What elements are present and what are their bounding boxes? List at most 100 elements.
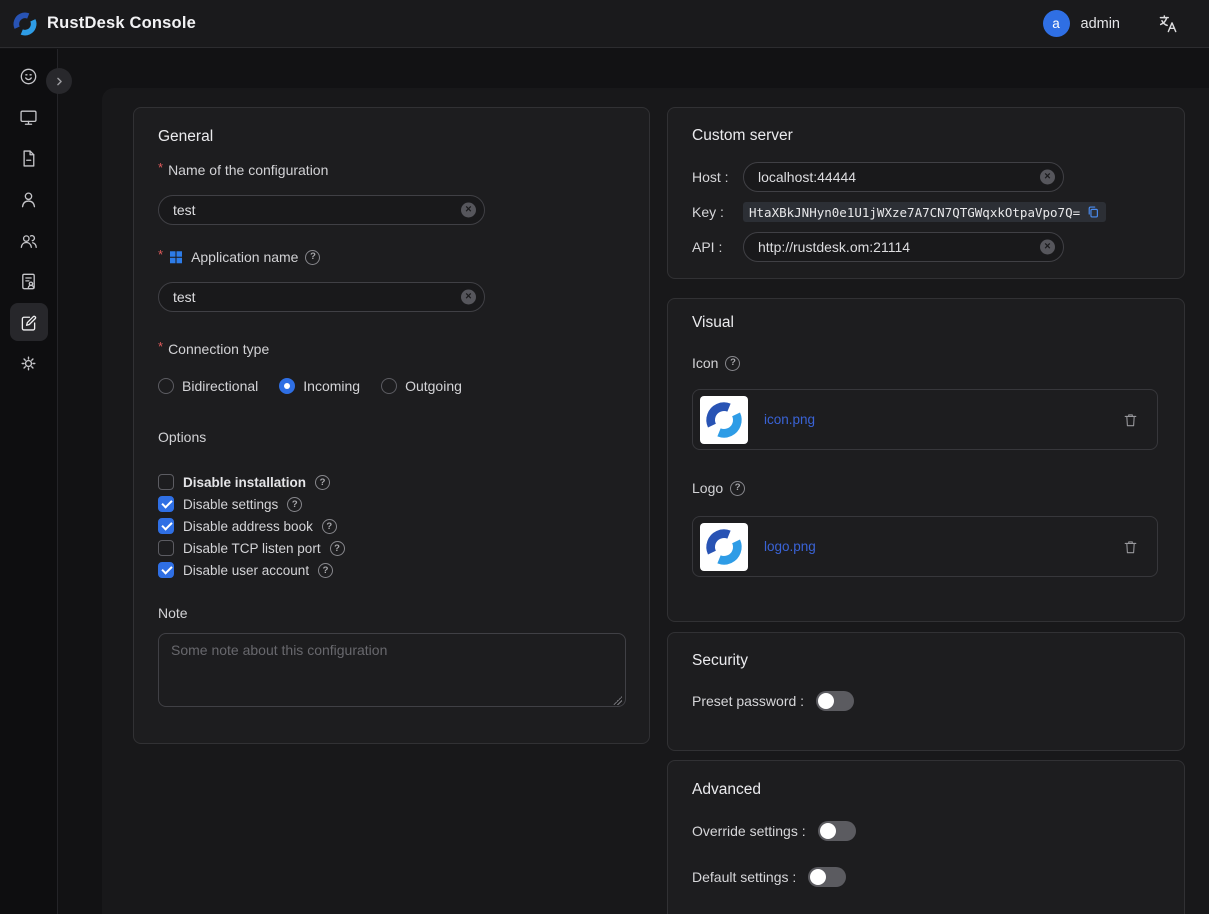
option-disable-installation: Disable installation — [158, 471, 625, 493]
key-value: HtaXBkJNHyn0e1U1jWXze7A7CN7QTGWqxkOtpaVp… — [743, 202, 1106, 222]
resize-handle[interactable] — [613, 696, 622, 705]
default-settings-row: Default settings : — [692, 867, 1160, 887]
default-settings-toggle[interactable] — [808, 867, 846, 887]
gear-icon — [18, 353, 39, 374]
help-icon[interactable] — [305, 250, 320, 265]
options-label: Options — [158, 429, 625, 445]
user-avatar[interactable]: a — [1043, 10, 1070, 37]
application-name-field — [158, 282, 485, 312]
required-asterisk: * — [158, 339, 163, 355]
note-label: Note — [158, 605, 625, 621]
radio-outgoing[interactable]: Outgoing — [381, 378, 462, 394]
clear-icon[interactable] — [461, 290, 476, 305]
trash-icon[interactable] — [1122, 538, 1139, 556]
edit-icon — [18, 312, 39, 333]
visual-title: Visual — [692, 315, 1160, 331]
checkbox[interactable] — [158, 518, 174, 534]
logo-label: Logo — [692, 480, 1160, 496]
note-field — [158, 633, 626, 712]
user-name[interactable]: admin — [1081, 16, 1121, 32]
api-label: API : — [692, 239, 743, 255]
host-row: Host : — [692, 162, 1160, 192]
custom-server-card: Custom server Host : Key : HtaXBkJNHyn0e… — [667, 107, 1185, 279]
radio-bidirectional[interactable]: Bidirectional — [158, 378, 258, 394]
preset-password-row: Preset password : — [692, 691, 1160, 711]
clear-icon[interactable] — [461, 203, 476, 218]
help-icon[interactable] — [287, 497, 302, 512]
config-name-input[interactable] — [158, 195, 485, 225]
note-textarea[interactable] — [158, 633, 626, 707]
sidebar-item-groups[interactable] — [10, 221, 48, 259]
rustdesk-logo-icon — [12, 11, 38, 37]
radio-icon[interactable] — [158, 378, 174, 394]
override-settings-toggle[interactable] — [818, 821, 856, 841]
sidebar-item-users[interactable] — [10, 180, 48, 218]
help-icon[interactable] — [318, 563, 333, 578]
help-icon[interactable] — [330, 541, 345, 556]
icon-file-link[interactable]: icon.png — [764, 412, 815, 427]
connection-type-label: * Connection type — [158, 341, 625, 357]
sidebar — [0, 49, 58, 914]
required-asterisk: * — [158, 160, 163, 176]
config-name-field — [158, 195, 485, 225]
api-input[interactable] — [743, 232, 1064, 262]
host-label: Host : — [692, 169, 743, 185]
icon-label: Icon — [692, 355, 1160, 371]
checkbox[interactable] — [158, 474, 174, 490]
sidebar-item-devices[interactable] — [10, 98, 48, 136]
config-name-label: * Name of the configuration — [158, 162, 625, 178]
sidebar-expand-button[interactable] — [46, 68, 72, 94]
key-row: Key : HtaXBkJNHyn0e1U1jWXze7A7CN7QTGWqxk… — [692, 202, 1160, 222]
checkbox[interactable] — [158, 540, 174, 556]
checkbox[interactable] — [158, 562, 174, 578]
help-icon[interactable] — [730, 481, 745, 496]
user-group-icon — [18, 230, 39, 251]
logo-file-link[interactable]: logo.png — [764, 539, 816, 554]
translate-icon[interactable] — [1157, 13, 1179, 35]
radio-incoming[interactable]: Incoming — [279, 378, 360, 394]
radio-icon[interactable] — [279, 378, 295, 394]
topbar: RustDesk Console a admin — [0, 0, 1209, 48]
host-field — [743, 162, 1064, 192]
trash-icon[interactable] — [1122, 411, 1139, 429]
sidebar-item-audit[interactable] — [10, 139, 48, 177]
help-icon[interactable] — [725, 356, 740, 371]
help-icon[interactable] — [322, 519, 337, 534]
smiley-icon — [18, 66, 39, 87]
checkbox[interactable] — [158, 496, 174, 512]
sidebar-item-custom-clients[interactable] — [10, 303, 48, 341]
copy-icon[interactable] — [1086, 205, 1100, 219]
key-label: Key : — [692, 204, 743, 220]
advanced-card: Advanced Override settings : Default set… — [667, 760, 1185, 914]
override-settings-row: Override settings : — [692, 821, 1160, 841]
rustdesk-logo-icon — [704, 527, 744, 567]
chevron-right-icon — [52, 74, 67, 89]
clear-icon[interactable] — [1040, 170, 1055, 185]
option-disable-address-book: Disable address book — [158, 515, 625, 537]
logo-thumbnail — [700, 523, 748, 571]
logo-upload-row: logo.png — [692, 516, 1158, 577]
sidebar-item-settings[interactable] — [10, 344, 48, 382]
sidebar-item-address-books[interactable] — [10, 262, 48, 300]
avatar-initial: a — [1052, 16, 1060, 31]
general-title: General — [158, 129, 625, 145]
document-icon — [18, 148, 39, 169]
custom-server-title: Custom server — [692, 128, 1160, 144]
radio-icon[interactable] — [381, 378, 397, 394]
default-settings-label: Default settings : — [692, 869, 796, 885]
rustdesk-logo-icon — [704, 400, 744, 440]
windows-icon — [168, 249, 184, 265]
brand: RustDesk Console — [0, 11, 196, 37]
advanced-title: Advanced — [692, 782, 1160, 798]
host-input[interactable] — [743, 162, 1064, 192]
sidebar-item-console[interactable] — [10, 57, 48, 95]
icon-upload-row: icon.png — [692, 389, 1158, 450]
visual-card: Visual Icon icon.png Logo — [667, 298, 1185, 622]
help-icon[interactable] — [315, 475, 330, 490]
application-name-input[interactable] — [158, 282, 485, 312]
security-card: Security Preset password : — [667, 632, 1185, 751]
api-row: API : — [692, 232, 1160, 262]
clear-icon[interactable] — [1040, 240, 1055, 255]
content-panel: General * Name of the configuration * Ap… — [102, 88, 1209, 914]
preset-password-toggle[interactable] — [816, 691, 854, 711]
